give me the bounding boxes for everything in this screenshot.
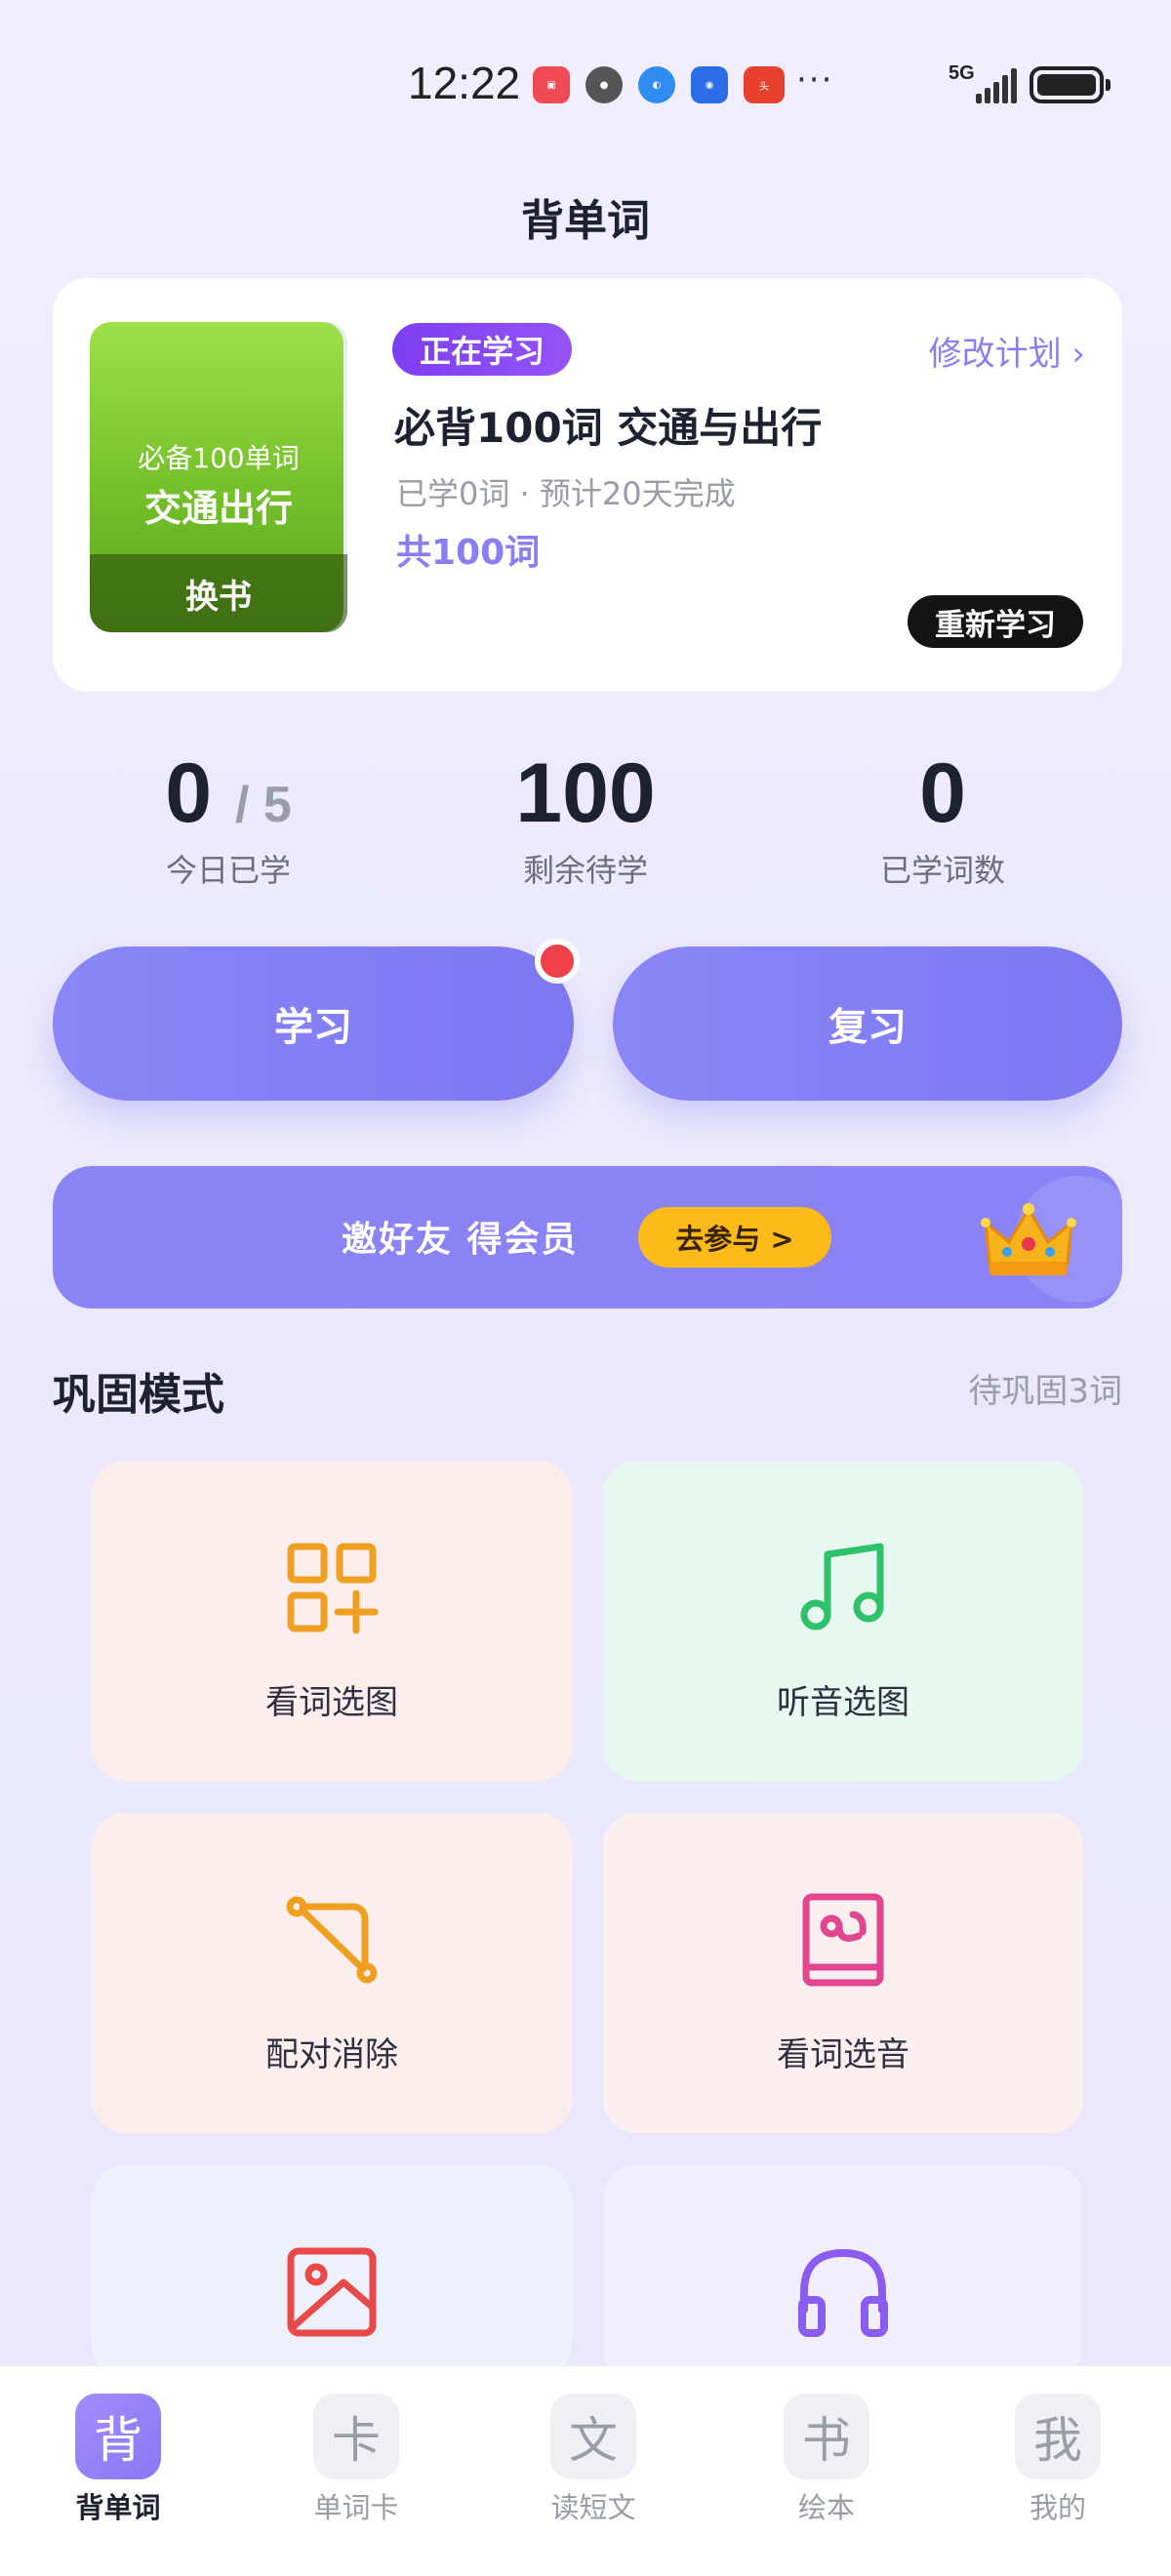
page-title: 背单词 [521,196,650,246]
crown-icon [981,1203,1076,1275]
nav-item-picture-books[interactable]: 书 绘本 [748,2394,905,2526]
tile-label: 配对消除 [265,2035,398,2074]
mode-tile-word-to-audio[interactable]: 看词选音 [603,1813,1083,2133]
stat-learned: 0 已学词数 [767,746,1118,891]
headphones-icon [798,2249,888,2337]
mode-tile-listen-to-image[interactable]: 听音选图 [603,1461,1083,1781]
relearn-button[interactable]: 重新学习 [908,595,1083,648]
nav-label: 绘本 [797,2491,855,2524]
modify-plan-link[interactable]: 修改计划 › [929,327,1085,375]
today-learned-label: 今日已学 [165,852,291,889]
mode-tile-word-to-image[interactable]: 看词选图 [92,1461,572,1781]
plan-card: 必备100单词 交通出行 换书 正在学习 修改计划 › 必背100词 交通与出行… [53,278,1122,692]
today-learned-value: 0 [165,746,213,840]
apps-icon [287,1543,379,1634]
memorize-icon: 背 [75,2394,161,2479]
remaining-label: 剩余待学 [522,852,648,889]
invite-banner[interactable]: 邀好友 得会员 去参与 > [53,1166,1122,1308]
remaining-value: 100 [515,746,656,840]
more-notifications-icon: ··· [796,60,834,100]
change-book-button[interactable]: 换书 [90,554,347,632]
bottom-nav: 背 背单词 卡 单词卡 文 读短文 书 绘本 我 我的 [0,2366,1171,2576]
audio-book-icon [802,1893,884,1987]
mode-tile-pair-match[interactable]: 配对消除 [92,1813,572,2133]
nav-label: 单词卡 [313,2491,399,2524]
invite-text: 邀好友 得会员 [342,1220,579,1260]
plan-progress-text: 已学0词 · 预计20天完成 [396,475,736,512]
profile-icon: 我 [1015,2394,1101,2479]
nav-item-word-cards[interactable]: 卡 单词卡 [278,2394,434,2526]
nav-label: 背单词 [75,2491,161,2524]
review-button[interactable]: 复习 [613,946,1122,1101]
browser-icon: ◐ [638,66,675,103]
nav-label: 读短文 [550,2491,636,2524]
mode-tile-listening[interactable] [603,2165,1083,2380]
learning-status-badge: 正在学习 [392,323,573,376]
learned-value: 0 [919,746,966,840]
text-icon: 文 [550,2394,636,2479]
nav-item-reading[interactable]: 文 读短文 [515,2394,671,2526]
image-icon [287,2247,377,2337]
study-button[interactable]: 学习 [53,946,574,1101]
pending-words-count: 待巩固3词 [968,1372,1122,1411]
avatar-app-icon: ● [586,66,623,103]
book-icon: 书 [784,2394,869,2479]
stat-remaining: 100 剩余待学 [410,746,761,891]
mode-section-title: 巩固模式 [53,1370,224,1420]
join-button[interactable]: 去参与 > [638,1207,831,1268]
tile-label: 看词选图 [265,1683,398,1722]
network-type: 5G [949,62,975,84]
book-title: 交通出行 [143,487,293,530]
book-subtitle: 必备100单词 [138,442,300,474]
music-note-icon [800,1543,884,1630]
status-bar: 12:22 ▣ ● ◐ ◉ 头 ··· 5G [0,0,1171,171]
status-time: 12:22 [408,58,521,108]
nav-item-profile[interactable]: 我 我的 [980,2394,1136,2526]
match-line-icon [286,1896,378,1984]
nav-item-memorize[interactable]: 背 背单词 [40,2394,196,2526]
tile-label: 看词选音 [777,2035,909,2074]
plan-name: 必背100词 交通与出行 [394,404,823,452]
nav-label: 我的 [1029,2491,1086,2524]
stat-today: 0 / 5 今日已学 [53,746,404,891]
today-goal-value: / 5 [234,777,292,833]
mode-tile-image[interactable] [92,2165,572,2380]
card-icon: 卡 [313,2394,399,2479]
book-cover[interactable]: 必备100单词 交通出行 换书 [90,322,347,632]
battery-icon [1030,66,1110,103]
tile-label: 听音选图 [777,1683,909,1722]
learned-label: 已学词数 [879,852,1005,889]
huawei-store-icon: ▣ [533,66,570,103]
assistant-icon: ◉ [691,66,728,103]
notification-dot [535,939,580,984]
plan-total-words: 共100词 [396,533,541,573]
toutiao-icon: 头 [744,66,785,103]
signal-icon [976,68,1017,103]
